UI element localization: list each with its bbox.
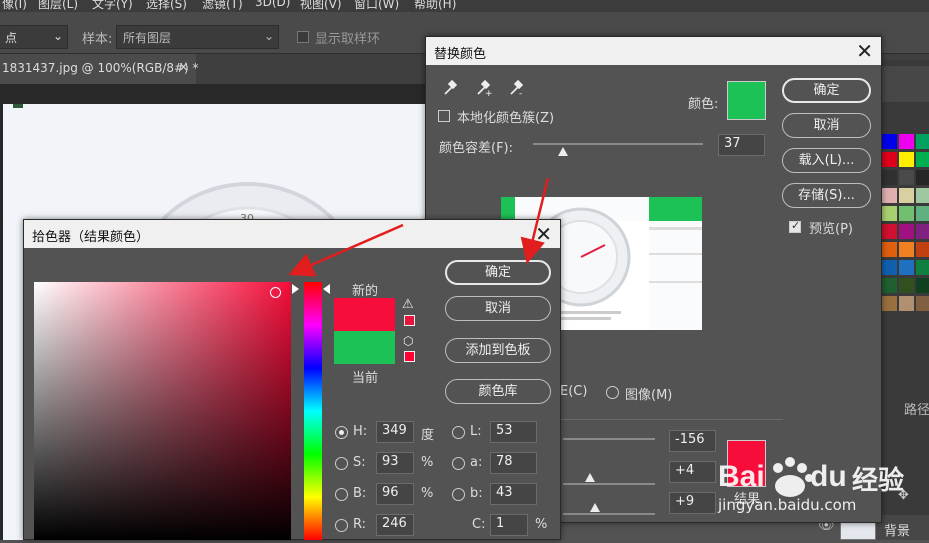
annotation-arrow (288, 223, 404, 277)
annotation-arrow (520, 177, 550, 264)
svg-text:Bai: Bai (718, 460, 765, 493)
watermark-url: jingyan.baidu.com (718, 496, 857, 514)
baidu-jingyan-watermark: Bai du 经验 jingyan.baidu.com (712, 438, 929, 540)
svg-text:du: du (810, 460, 847, 493)
watermark-brand-suffix: 经验 (852, 466, 905, 496)
